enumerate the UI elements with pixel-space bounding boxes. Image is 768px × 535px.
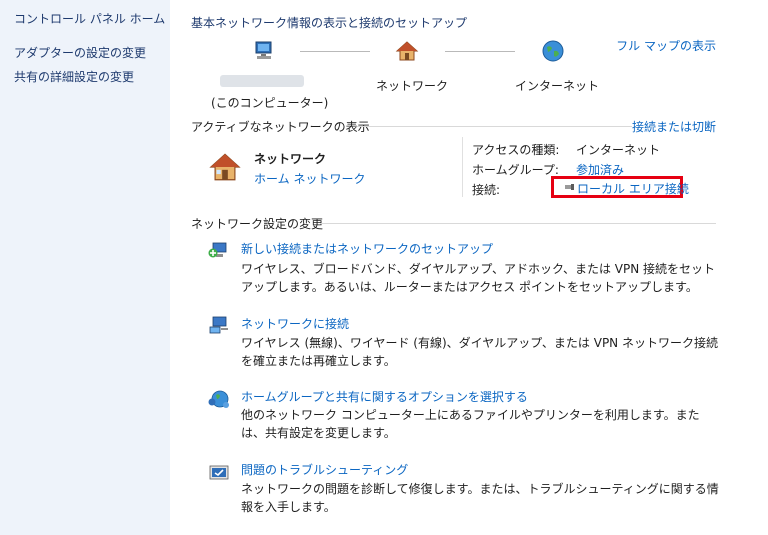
page-title: 基本ネットワーク情報の表示と接続のセットアップ [191, 16, 468, 30]
sidebar-item-adapter-settings[interactable]: アダプターの設定の変更 [14, 44, 146, 61]
homegroup-sharing-icon[interactable] [207, 387, 231, 411]
map-connector [445, 51, 515, 52]
task-troubleshoot-link[interactable]: 問題のトラブルシューティング [241, 461, 408, 478]
computer-label: (このコンピューター) [211, 96, 329, 110]
task-new-connection-link[interactable]: 新しい接続またはネットワークのセットアップ [241, 240, 493, 257]
homegroup-label: ホームグループ: [472, 163, 559, 177]
sidebar: コントロール パネル ホーム アダプターの設定の変更 共有の詳細設定の変更 [0, 0, 170, 535]
section-divider [320, 223, 716, 224]
active-networks-heading: アクティブなネットワークの表示 [191, 120, 370, 134]
local-area-connection-link[interactable]: ローカル エリア接続 [577, 180, 689, 197]
map-connector [300, 51, 370, 52]
home-network-icon[interactable] [395, 39, 419, 63]
internet-globe-icon[interactable] [541, 39, 565, 63]
network-name: ネットワーク [254, 152, 327, 166]
control-panel-home-link[interactable]: コントロール パネル ホーム [14, 10, 165, 27]
main-panel: 基本ネットワーク情報の表示と接続のセットアップ フル マップの表示 (このコンピ… [170, 0, 768, 535]
network-type-link[interactable]: ホーム ネットワーク [254, 170, 365, 187]
connect-network-icon[interactable] [207, 313, 231, 337]
vertical-divider [462, 137, 463, 197]
troubleshoot-icon[interactable] [207, 461, 231, 485]
connect-disconnect-link[interactable]: 接続または切断 [632, 118, 716, 135]
access-type-label: アクセスの種類: [472, 143, 560, 157]
home-network-large-icon [209, 153, 241, 181]
change-settings-heading: ネットワーク設定の変更 [191, 217, 324, 231]
connection-label: 接続: [472, 183, 501, 197]
full-map-link[interactable]: フル マップの表示 [616, 37, 716, 54]
task-new-connection-desc: ワイヤレス、ブロードバンド、ダイヤルアップ、アドホック、または VPN 接続をセ… [241, 262, 716, 294]
internet-label: インターネット [515, 79, 600, 93]
new-connection-icon[interactable] [207, 238, 231, 262]
sidebar-item-advanced-sharing[interactable]: 共有の詳細設定の変更 [14, 68, 134, 85]
task-connect-network-desc: ワイヤレス (無線)、ワイヤード (有線)、ダイヤルアップ、または VPN ネッ… [241, 336, 718, 368]
computer-icon[interactable] [252, 39, 276, 63]
task-homegroup-link[interactable]: ホームグループと共有に関するオプションを選択する [241, 388, 528, 405]
task-connect-network-link[interactable]: ネットワークに接続 [241, 315, 349, 332]
task-homegroup-desc: 他のネットワーク コンピューター上にあるファイルやプリンターを利用します。または… [241, 408, 700, 440]
network-label: ネットワーク [376, 79, 449, 93]
section-divider [357, 126, 632, 127]
task-troubleshoot-desc: ネットワークの問題を診断して修復します。または、トラブルシューティングに関する情… [241, 482, 719, 514]
access-type-value: インターネット [576, 143, 661, 157]
ethernet-cable-icon [565, 184, 574, 190]
computer-name-blurred [220, 75, 304, 87]
